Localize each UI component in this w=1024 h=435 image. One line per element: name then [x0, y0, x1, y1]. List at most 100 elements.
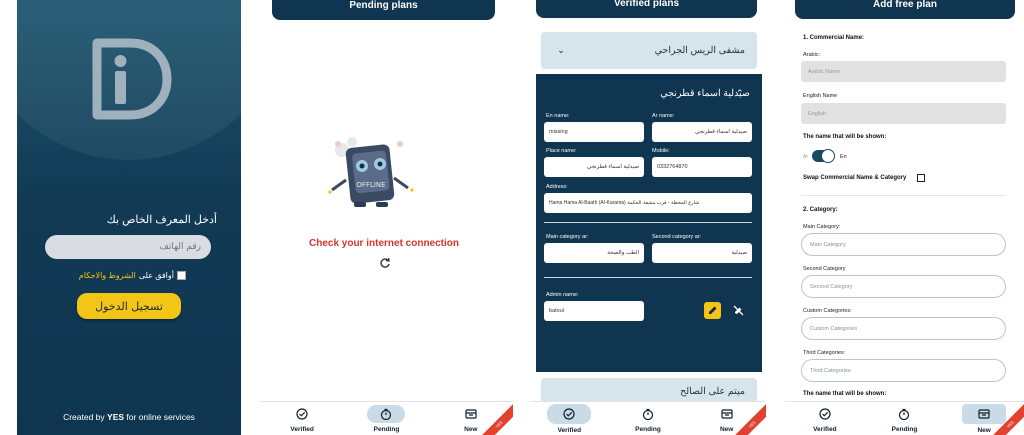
bottom-nav: Verified Pending New	[530, 401, 766, 435]
page-title: Pending plans	[272, 0, 495, 20]
nav-label-verified: Verified	[557, 426, 582, 434]
main-category-label: Main Category:	[803, 224, 841, 230]
divider	[544, 277, 752, 278]
shown-name-label: The name that will be shown:	[803, 134, 887, 140]
login-screen: أدخل المعرف الخاص بك أوافق على الشروط وا…	[17, 0, 241, 435]
id-logo-icon	[92, 38, 172, 120]
edit-button[interactable]	[704, 302, 721, 319]
page-title: Add free plan	[795, 0, 1015, 19]
third-categories-label: Third Categories:	[803, 350, 846, 356]
check-circle-icon	[563, 407, 575, 420]
place-name-field[interactable]: صيدلية اسماء قطرنجي	[544, 157, 644, 177]
chevron-down-icon: ⌄	[557, 45, 565, 56]
shown-name-label-2: The name that will be shown:	[803, 391, 887, 397]
credit-suffix: for online services	[126, 412, 195, 422]
mobile-label: Mobile:	[652, 148, 670, 154]
third-categories-input[interactable]: Third Categories	[801, 359, 1006, 382]
admin-name-field[interactable]: batoul	[544, 301, 644, 321]
corner-ribbon: YES	[732, 401, 766, 435]
nav-label-verified: Verified	[290, 425, 314, 433]
address-label: Address:	[546, 184, 568, 190]
check-circle-icon	[296, 407, 308, 420]
offline-robot-illustration: OFFLINE	[328, 137, 414, 207]
refresh-icon[interactable]	[379, 257, 391, 269]
login-prompt: أدخل المعرف الخاص بك	[106, 214, 217, 226]
timer-icon	[642, 408, 654, 420]
agree-label: أوافق على	[138, 271, 174, 280]
app-screenshots: أدخل المعرف الخاص بك أوافق على الشروط وا…	[0, 0, 1024, 435]
ribbon-label: YES	[732, 401, 766, 435]
nav-label-new: New	[464, 425, 478, 433]
nav-label-pending: Pending	[373, 425, 400, 433]
divider	[801, 195, 1006, 196]
plan-name: مشفى الريس الجراحي	[654, 45, 745, 56]
toggle-ar-label: Ar	[803, 154, 808, 160]
name-language-toggle[interactable]	[812, 149, 835, 163]
arabic-name-input[interactable]: Arabic Name	[801, 61, 1006, 82]
nav-label-new: New	[977, 426, 991, 434]
nav-item-verified[interactable]: Verified	[803, 405, 847, 433]
nav-label-pending: Pending	[635, 425, 661, 433]
mobile-field[interactable]: 0332764870	[652, 157, 752, 177]
main-category-input[interactable]: Main Category	[801, 233, 1006, 256]
plan-name: ميتم على الصالح	[680, 385, 745, 397]
bottom-nav: Verified Pending New	[785, 401, 1024, 435]
section-commercial-name: 1. Commercial Name:	[803, 35, 865, 41]
page-title: Verified plans	[536, 0, 757, 18]
custom-categories-label: Custom Categories:	[803, 308, 852, 314]
nav-label-verified: Verified	[813, 425, 837, 433]
pencil-icon	[709, 306, 717, 314]
nav-item-pending[interactable]: Pending	[364, 404, 408, 433]
chevron-up-icon[interactable]: ⌃	[736, 88, 744, 99]
ribbon-label: YES	[479, 401, 513, 435]
timer-icon	[899, 408, 910, 420]
new-plan-icon	[978, 408, 990, 419]
verified-screen: Verified plans مشفى الريس الجراحي ⌄ صيدل…	[530, 0, 766, 435]
en-name-field[interactable]: missing	[544, 122, 644, 142]
second-category-label: Second category ar:	[652, 234, 702, 240]
login-button[interactable]: تسجيل الدخول	[77, 293, 181, 319]
place-name-label: Place name:	[546, 148, 577, 154]
terms-checkbox[interactable]	[177, 271, 186, 280]
timer-icon	[381, 408, 392, 420]
second-category-field[interactable]: صيدلية	[652, 243, 752, 263]
main-category-field[interactable]: الطب والصحة	[544, 243, 644, 263]
new-plan-icon	[465, 408, 477, 419]
plan-item-expanded: صيدلية اسماء قطرنجي ⌃ En name: missing A…	[536, 74, 762, 372]
nav-item-verified[interactable]: Verified	[280, 405, 324, 433]
toggle-en-label: En	[840, 154, 847, 160]
offline-label: OFFLINE	[356, 181, 385, 189]
credit-brand: YES	[107, 412, 125, 422]
address-field[interactable]: Hama Hama Al-Baath (Al-Karama) شارع المح…	[544, 193, 752, 213]
ribbon-label: YES	[990, 401, 1024, 435]
section-category: 2. Category:	[803, 207, 838, 213]
english-name-input[interactable]: English	[801, 103, 1006, 124]
plan-item[interactable]: مشفى الريس الجراحي ⌄	[541, 32, 757, 69]
check-circle-icon	[819, 407, 831, 420]
divider	[544, 222, 752, 223]
offline-message: Check your internet connection	[308, 238, 460, 249]
edit-off-icon[interactable]	[732, 304, 745, 317]
nav-item-pending[interactable]: Pending	[626, 405, 670, 433]
credit-text: Created by YES for online services	[17, 412, 241, 422]
custom-categories-input[interactable]: Custom Categories	[801, 317, 1006, 340]
bottom-nav: Verified Pending New	[260, 401, 513, 435]
second-category-label: Second Category	[803, 266, 846, 272]
nav-item-pending[interactable]: Pending	[882, 405, 926, 433]
nav-item-verified[interactable]: Verified	[547, 403, 592, 434]
english-label: English Name	[803, 93, 838, 99]
swap-label: Swap Commercial Name & Category	[803, 175, 907, 181]
corner-ribbon: YES	[990, 401, 1024, 435]
phone-input[interactable]	[45, 235, 211, 259]
arabic-label: Arabic:	[803, 52, 821, 58]
add-plan-screen: Add free plan 1. Commercial Name: Arabic…	[785, 0, 1024, 435]
main-category-label: Main category ar:	[546, 234, 589, 240]
ar-name-field[interactable]: صيدلية اسماء قطرنجي	[652, 122, 752, 142]
terms-link[interactable]: الشروط والاحكام	[79, 271, 136, 280]
swap-checkbox[interactable]	[917, 174, 925, 182]
terms-row: أوافق على الشروط والاحكام	[79, 271, 186, 280]
new-plan-icon	[721, 408, 733, 419]
second-category-input[interactable]: Second Category	[801, 275, 1006, 298]
nav-label-pending: Pending	[891, 425, 918, 433]
pending-screen: Pending plans OFFLINE Check your interne…	[260, 0, 513, 435]
